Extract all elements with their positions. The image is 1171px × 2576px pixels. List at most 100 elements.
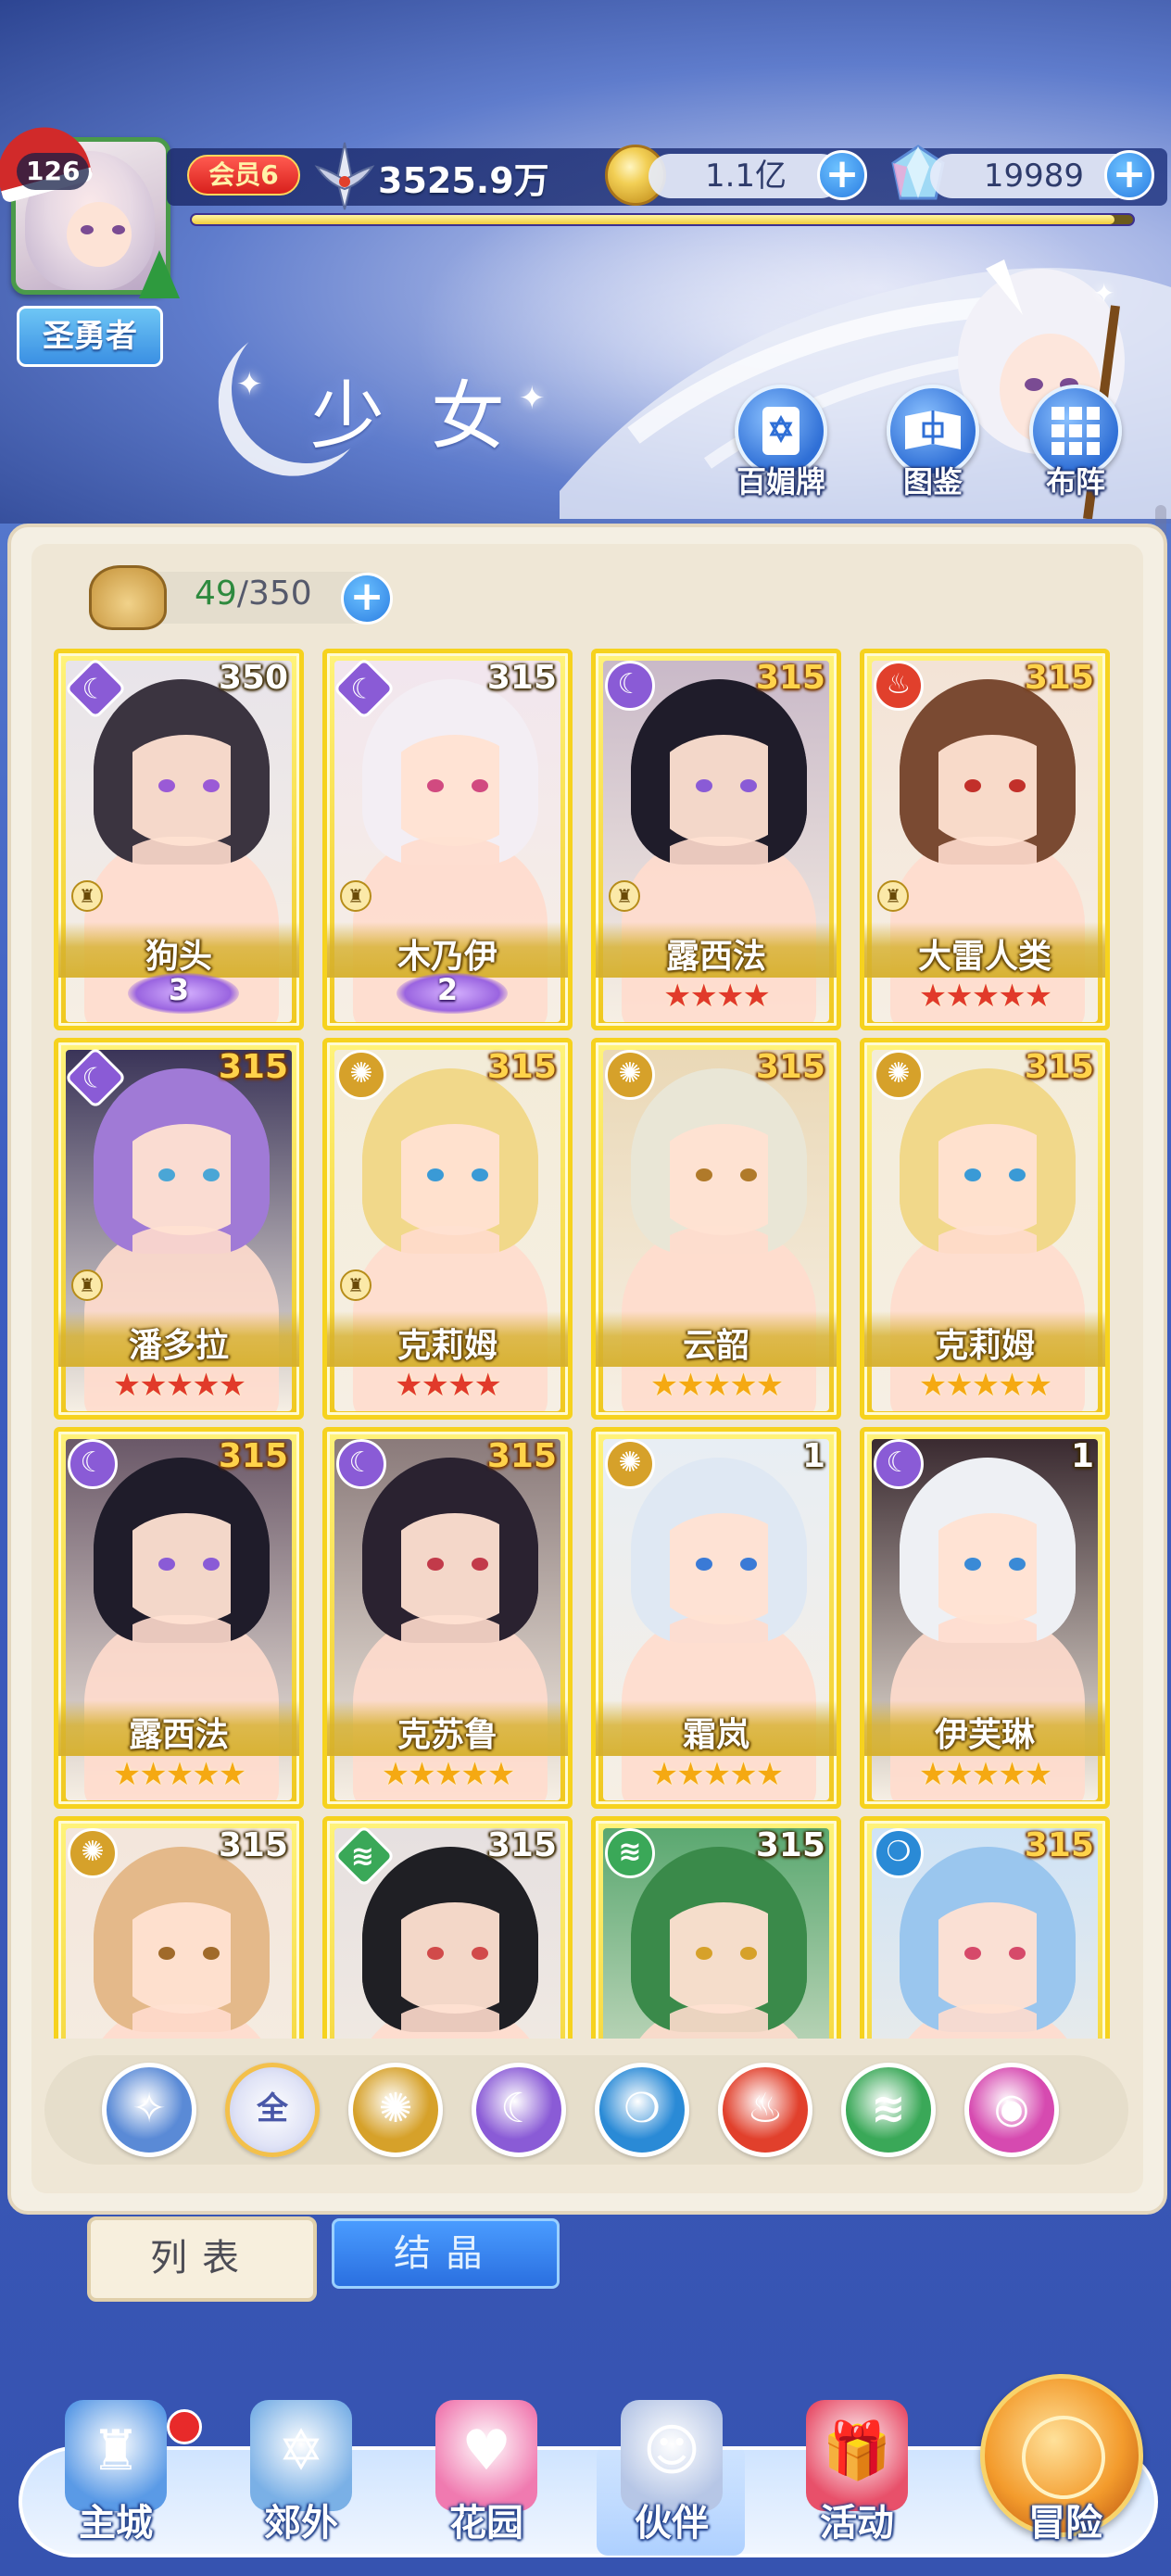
filter-fire-button[interactable]: ♨	[718, 2063, 812, 2157]
star-rating: ★★★★★	[596, 1756, 837, 1793]
formation-button[interactable]: 布阵	[1021, 385, 1130, 499]
star-rating: ★★★★★	[864, 1756, 1105, 1793]
water-drop-icon: ❍	[874, 1828, 924, 1878]
nav-item-4[interactable]: 🎁 活动	[778, 2400, 936, 2567]
planet-icon: ◉	[993, 2085, 1030, 2132]
girl-card[interactable]: ✺ 315 克莉姆 ★★★★★	[860, 1038, 1110, 1420]
card-name: 伊芙琳	[934, 1716, 1035, 1754]
rook-role-icon: ♜	[609, 880, 640, 912]
inventory-separator: /	[236, 575, 248, 612]
girl-card[interactable]: ❍ 315	[860, 1816, 1110, 2039]
tab-list[interactable]: 列表	[87, 2216, 317, 2302]
star-rating: ★★★★★	[864, 1367, 1105, 1404]
star-icon: ★	[1024, 1367, 1053, 1404]
girl-card[interactable]: ☾ 350 ♜ 狗头 3	[54, 649, 304, 1030]
star-icon: ★	[716, 978, 745, 1015]
filter-sun-button[interactable]: ✺	[348, 2063, 443, 2157]
add-gold-button[interactable]: +	[817, 150, 867, 200]
star-icon: ★	[702, 1756, 732, 1793]
nav-item-3[interactable]: ☺ 伙伴	[593, 2400, 750, 2567]
star-icon: ★	[945, 1756, 974, 1793]
star-icon: ★	[165, 1756, 195, 1793]
nav-label: 活动	[820, 2502, 894, 2544]
girl-card[interactable]: ✺ 315	[54, 1816, 304, 2039]
star-icon: ★	[676, 1367, 705, 1404]
nav-item-1[interactable]: ✡ 郊外	[222, 2400, 380, 2567]
star-icon: ★	[139, 1367, 168, 1404]
star-icon: ★	[192, 1756, 220, 1793]
gallery-label: 图鉴	[902, 464, 963, 499]
add-gem-button[interactable]: +	[1104, 150, 1154, 200]
star-icon: ★	[649, 1367, 679, 1404]
star-rating: ★★★★★	[864, 978, 1105, 1015]
crescent-moon-icon: ☾	[605, 661, 655, 711]
card-level: 315	[1024, 659, 1094, 697]
card-level: 315	[755, 1826, 825, 1864]
crescent-moon-icon: ☾	[336, 1439, 386, 1489]
girl-card[interactable]: ☾ 315 ♜ 露西法 ★★★★	[591, 649, 841, 1030]
star-icon: ★	[165, 1367, 195, 1404]
star-icon: ★	[395, 1367, 423, 1404]
card-deck-button[interactable]: 百媚牌	[726, 385, 836, 499]
girl-card[interactable]: ✺ 1 霜岚 ★★★★★	[591, 1427, 841, 1809]
girl-card[interactable]: ✺ 315 云韶 ★★★★★	[591, 1038, 841, 1420]
girl-card[interactable]: ≋ 315	[322, 1816, 573, 2039]
inventory-current: 49	[195, 575, 237, 612]
girl-card[interactable]: ≋ 315	[591, 1816, 841, 2039]
filter-moon-button[interactable]: ☾	[472, 2063, 566, 2157]
expand-inventory-button[interactable]: +	[341, 573, 393, 625]
vip-badge[interactable]: 会员6	[187, 155, 300, 196]
filter-wind-button[interactable]: ≋	[841, 2063, 936, 2157]
star-icon: ★	[971, 1367, 1001, 1404]
star-icon: ★	[381, 1756, 410, 1793]
star-icon: ★	[139, 1756, 168, 1793]
nav-label: 主城	[79, 2502, 153, 2544]
nav-label: 郊外	[264, 2502, 338, 2544]
star-icon: ★	[460, 1756, 489, 1793]
filter-wing-button[interactable]: ✧	[102, 2063, 196, 2157]
filter-space-button[interactable]: ◉	[964, 2063, 1059, 2157]
inventory-max: 350	[247, 575, 312, 612]
card-name: 大雷人类	[917, 938, 1051, 976]
girl-card[interactable]: ♨ 315 ♜ 大雷人类 ★★★★★	[860, 649, 1110, 1030]
sun-gear-icon: ✺	[68, 1828, 118, 1878]
player-title-badge[interactable]: 圣勇者	[17, 306, 163, 367]
rook-role-icon: ♜	[340, 880, 371, 912]
girl-card[interactable]: ☾ 315 ♜ 潘多拉 ★★★★★	[54, 1038, 304, 1420]
gallery-book-button[interactable]: 图鉴	[878, 385, 988, 499]
star-icon: ★	[408, 1756, 436, 1793]
card-level: 315	[755, 1048, 825, 1086]
nav-item-2[interactable]: ♥ 花园	[408, 2400, 565, 2567]
star-icon: ★	[447, 1367, 476, 1404]
girl-card[interactable]: ☾ 315 克苏鲁 ★★★★★	[322, 1427, 573, 1809]
star-icon: ★	[945, 978, 974, 1015]
crescent-moon-icon: ☾	[68, 1439, 118, 1489]
girl-card[interactable]: ✺ 315 ♜ 克莉姆 ★★★★	[322, 1038, 573, 1420]
page-title: 少女	[310, 373, 551, 460]
girl-card[interactable]: ☾ 315 露西法 ★★★★★	[54, 1427, 304, 1809]
card-name: 露西法	[665, 938, 766, 976]
star-icon: ★	[742, 978, 771, 1015]
player-level-badge: 126	[17, 153, 90, 190]
nav-label: 伙伴	[635, 2502, 709, 2544]
star-icon: ★	[918, 1756, 948, 1793]
star-icon: ★	[112, 1367, 142, 1404]
card-name: 狗头	[145, 938, 212, 976]
star-icon: ★	[702, 1367, 732, 1404]
card-level: 315	[486, 659, 557, 697]
card-level: 315	[486, 1437, 557, 1475]
girl-card[interactable]: ☾ 1 伊芙琳 ★★★★★	[860, 1427, 1110, 1809]
tab-crystal[interactable]: 结晶	[332, 2218, 560, 2289]
filter-all-button[interactable]: 全	[225, 2063, 320, 2157]
card-level: 315	[486, 1048, 557, 1086]
star-icon: ★	[473, 1367, 502, 1404]
card-name: 木乃伊	[397, 938, 497, 976]
star-icon: ★	[421, 1367, 450, 1404]
sun-gear-icon: ✺	[874, 1050, 924, 1100]
star-icon: ★	[689, 978, 719, 1015]
girl-card[interactable]: ☾ 315 ♜ 木乃伊 2	[322, 649, 573, 1030]
star-icon: ★	[649, 1756, 679, 1793]
card-level: 350	[218, 659, 288, 697]
star-icon: ★	[676, 1756, 705, 1793]
filter-water-button[interactable]: ❍	[595, 2063, 689, 2157]
